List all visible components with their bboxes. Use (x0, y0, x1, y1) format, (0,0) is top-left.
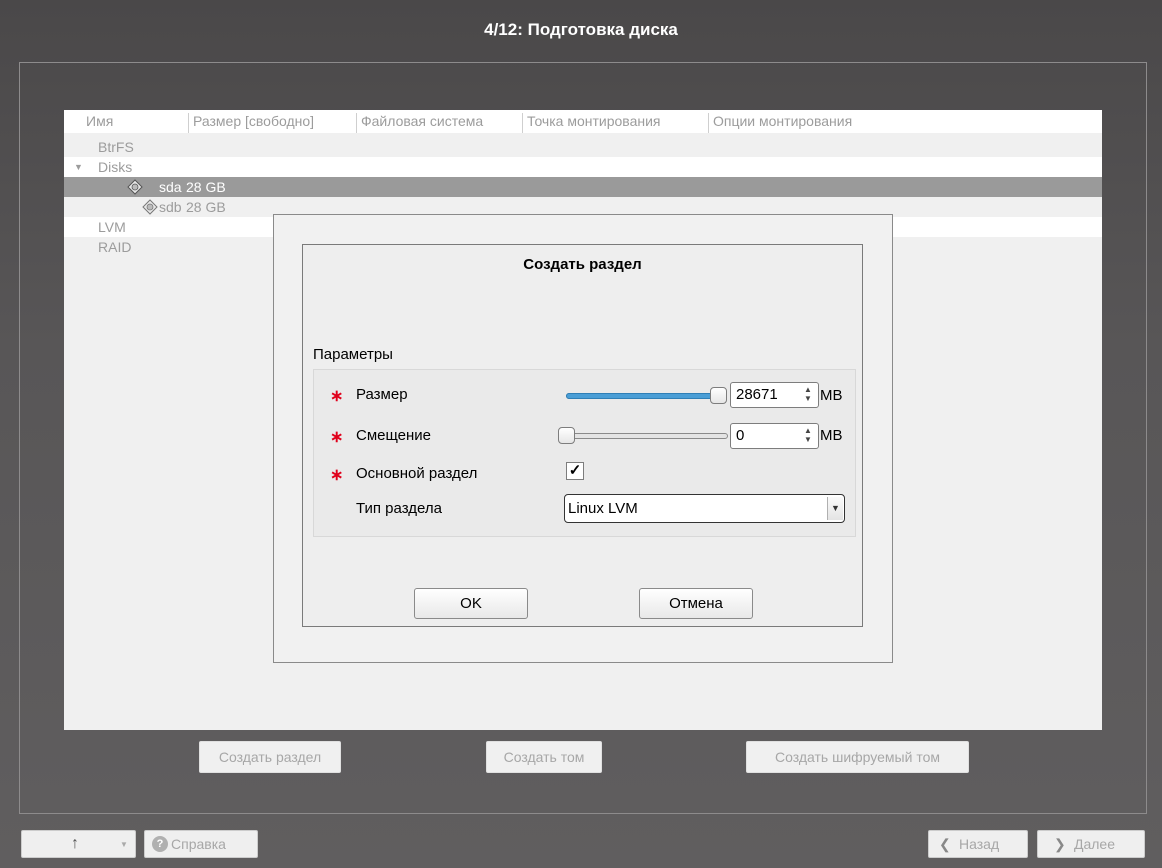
back-label: Назад (959, 836, 1000, 852)
check-icon: ✓ (568, 462, 582, 479)
column-size[interactable]: Размер [свободно] (188, 113, 356, 133)
disk-size: 28 GB (186, 199, 226, 215)
disk-size: 28 GB (186, 179, 226, 195)
disk-name: sda (159, 179, 182, 195)
tree-row-sda[interactable]: sda 28 GB (64, 177, 1102, 197)
next-button[interactable]: ❯ Далее (1037, 830, 1145, 858)
offset-spinbox[interactable]: 0 ▲ ▼ (730, 423, 819, 449)
create-encrypted-volume-button[interactable]: Создать шифруемый том (746, 741, 969, 773)
up-menu-button[interactable]: ↑ ▼ (21, 830, 136, 858)
primary-partition-label: Основной раздел (356, 465, 478, 482)
column-mount-options[interactable]: Опции монтирования (708, 113, 908, 133)
required-marker: ∗ (330, 467, 344, 484)
back-button[interactable]: ❮ Назад (928, 830, 1028, 858)
help-icon: ? (152, 836, 168, 852)
window-title: 4/12: Подготовка диска (484, 20, 678, 39)
partition-type-value: Linux LVM (568, 500, 638, 517)
triangle-down-icon[interactable]: ▼ (74, 157, 83, 177)
create-volume-button[interactable]: Создать том (486, 741, 602, 773)
help-label: Справка (171, 836, 226, 852)
harddisk-icon (142, 199, 158, 215)
dialog-title: Создать раздел (523, 256, 642, 273)
ok-button[interactable]: OK (414, 588, 528, 619)
tree-row-label: Disks (98, 159, 133, 175)
tree-row-label: RAID (98, 239, 132, 255)
arrow-up-icon: ↑ (71, 835, 79, 852)
offset-unit: MB (820, 427, 843, 444)
partition-type-select[interactable]: Linux LVM ▼ (564, 494, 845, 523)
offset-label: Смещение (356, 427, 432, 444)
next-label: Далее (1074, 836, 1116, 852)
size-slider-handle[interactable] (710, 387, 727, 404)
column-name[interactable]: Имя (82, 113, 188, 133)
size-spinbox[interactable]: 28671 ▲ ▼ (730, 382, 819, 408)
column-filesystem[interactable]: Файловая система (356, 113, 522, 133)
partition-type-label: Тип раздела (356, 500, 442, 517)
size-label: Размер (356, 386, 408, 403)
offset-value: 0 (736, 427, 745, 444)
primary-partition-checkbox[interactable]: ✓ (566, 462, 584, 480)
offset-slider-handle[interactable] (558, 427, 575, 444)
spin-arrows-icon[interactable]: ▲ ▼ (801, 426, 815, 446)
required-marker: ∗ (330, 388, 344, 405)
required-marker: ∗ (330, 429, 344, 446)
tree-row-label: LVM (98, 219, 126, 235)
size-value: 28671 (736, 386, 778, 403)
disk-name: sdb (159, 199, 182, 215)
help-button[interactable]: ? Справка (144, 830, 258, 858)
spin-arrows-icon[interactable]: ▲ ▼ (801, 385, 815, 405)
column-mountpoint[interactable]: Точка монтирования (522, 113, 708, 133)
chevron-right-icon: ❯ (1054, 836, 1066, 852)
tree-row-disks[interactable]: ▼ Disks (64, 157, 1102, 177)
cancel-button[interactable]: Отмена (639, 588, 753, 619)
offset-slider[interactable] (566, 433, 728, 439)
tree-header: Имя Размер [свободно] Файловая система Т… (64, 110, 1102, 133)
chevron-down-icon[interactable]: ▼ (827, 497, 843, 520)
chevron-left-icon: ❮ (939, 836, 951, 852)
chevron-down-icon: ▼ (120, 840, 128, 849)
parameters-group-label: Параметры (313, 346, 393, 363)
size-slider-fill (566, 393, 718, 399)
create-partition-button[interactable]: Создать раздел (199, 741, 341, 773)
size-slider[interactable] (566, 393, 718, 399)
tree-row-label: BtrFS (98, 139, 134, 155)
tree-row-btrfs[interactable]: BtrFS (64, 137, 1102, 157)
size-unit: MB (820, 387, 843, 404)
harddisk-icon (127, 179, 143, 195)
